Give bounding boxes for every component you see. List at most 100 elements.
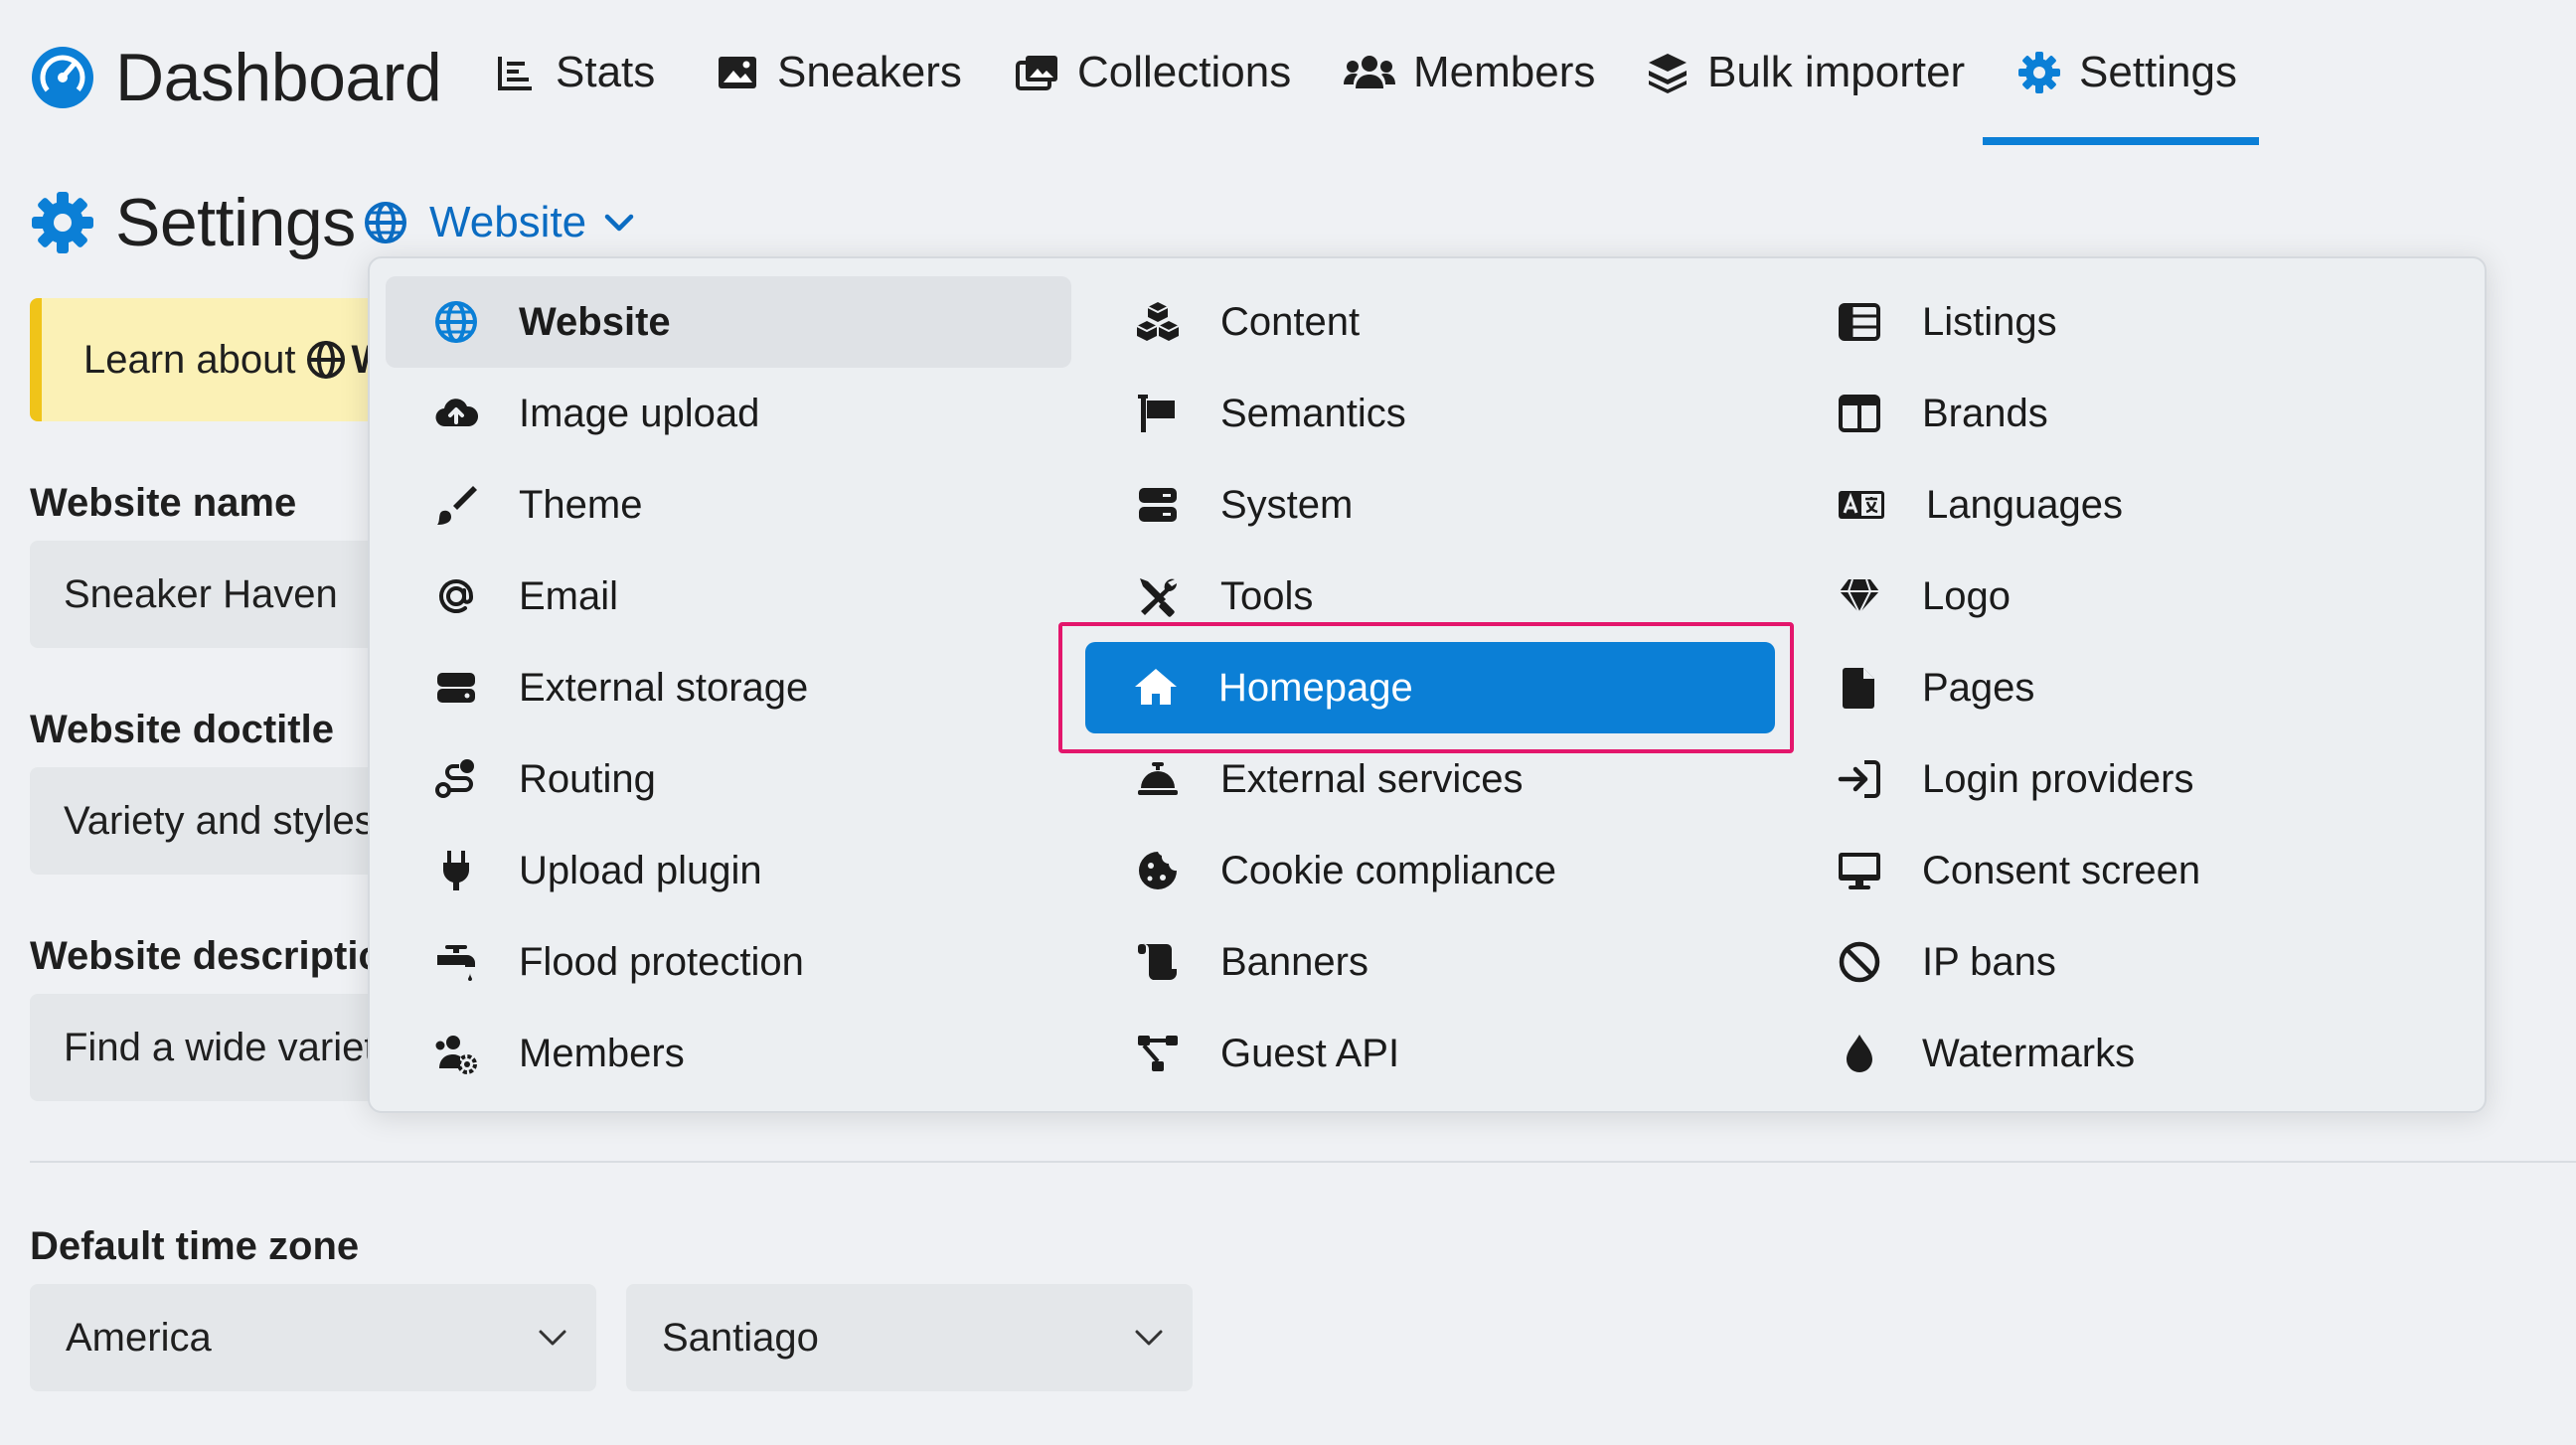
menu-item-routing[interactable]: Routing	[386, 733, 1071, 825]
page-title: Settings	[30, 183, 356, 262]
language-icon	[1837, 482, 1886, 528]
menu-item-brands[interactable]: Brands	[1789, 368, 2475, 459]
home-icon	[1133, 665, 1179, 711]
menu-item-content[interactable]: Content	[1087, 276, 1773, 368]
network-icon	[1135, 1031, 1181, 1076]
menu-item-email[interactable]: Email	[386, 551, 1071, 642]
website-doctitle-label: Website doctitle	[30, 708, 334, 751]
menu-item-label: Flood protection	[519, 939, 804, 984]
images-icon	[1016, 51, 1059, 94]
nav-stats-label: Stats	[556, 48, 656, 96]
settings-section-menu: Website Image upload Theme Email Externa…	[368, 256, 2487, 1113]
menu-item-external-storage[interactable]: External storage	[386, 642, 1071, 733]
menu-item-pages[interactable]: Pages	[1789, 642, 2475, 733]
menu-item-upload-plugin[interactable]: Upload plugin	[386, 825, 1071, 916]
menu-item-external-services[interactable]: External services	[1087, 733, 1773, 825]
at-sign-icon	[433, 573, 479, 619]
nav-members[interactable]: Members	[1344, 40, 1595, 105]
flag-icon	[1135, 391, 1181, 436]
menu-item-label: Brands	[1922, 391, 2048, 435]
menu-item-consent-screen[interactable]: Consent screen	[1789, 825, 2475, 916]
hard-drive-icon	[433, 665, 479, 711]
menu-item-banners[interactable]: Banners	[1087, 916, 1773, 1008]
menu-item-website[interactable]: Website	[386, 276, 1071, 368]
nav-settings-label: Settings	[2079, 48, 2237, 96]
menu-item-tools[interactable]: Tools	[1087, 551, 1773, 642]
droplet-icon	[1837, 1031, 1882, 1076]
menu-item-login-providers[interactable]: Login providers	[1789, 733, 2475, 825]
nav-bulk-importer[interactable]: Bulk importer	[1646, 40, 1965, 105]
nav-sneakers-label: Sneakers	[777, 48, 962, 96]
time-zone-label: Default time zone	[30, 1224, 360, 1268]
menu-item-flood-protection[interactable]: Flood protection	[386, 916, 1071, 1008]
menu-item-label: Pages	[1922, 665, 2035, 710]
menu-item-watermarks[interactable]: Watermarks	[1789, 1008, 2475, 1099]
menu-item-languages[interactable]: Languages	[1789, 459, 2475, 551]
menu-item-label: Homepage	[1218, 665, 1413, 710]
menu-item-logo[interactable]: Logo	[1789, 551, 2475, 642]
plug-icon	[433, 848, 479, 893]
menu-item-label: Consent screen	[1922, 848, 2201, 892]
notice-text: Learn about	[83, 337, 296, 382]
menu-item-label: Logo	[1922, 573, 2011, 618]
menu-item-semantics[interactable]: Semantics	[1087, 368, 1773, 459]
menu-item-label: Routing	[519, 756, 656, 801]
cookie-icon	[1135, 848, 1181, 893]
sign-in-icon	[1837, 756, 1882, 802]
globe-icon	[433, 299, 479, 345]
nav-collections[interactable]: Collections	[1016, 40, 1291, 105]
time-zone-city-select[interactable]: Santiago	[626, 1284, 1193, 1391]
nav-settings[interactable]: Settings	[2017, 40, 2237, 105]
menu-item-system[interactable]: System	[1087, 459, 1773, 551]
menu-item-label: Content	[1220, 299, 1361, 344]
brand[interactable]: Dashboard	[30, 38, 442, 117]
file-icon	[1837, 665, 1882, 711]
menu-item-members[interactable]: Members	[386, 1008, 1071, 1099]
menu-item-label: Languages	[1926, 482, 2123, 527]
page-title-text: Settings	[115, 185, 356, 260]
menu-item-label: Guest API	[1220, 1031, 1400, 1075]
menu-item-guest-api[interactable]: Guest API	[1087, 1008, 1773, 1099]
nav-collections-label: Collections	[1077, 48, 1292, 96]
menu-item-cookie-compliance[interactable]: Cookie compliance	[1087, 825, 1773, 916]
chevron-down-icon	[602, 206, 636, 240]
menu-item-label: Cookie compliance	[1220, 848, 1556, 892]
route-icon	[433, 756, 479, 802]
menu-item-image-upload[interactable]: Image upload	[386, 368, 1071, 459]
menu-item-ip-bans[interactable]: IP bans	[1789, 916, 2475, 1008]
faucet-icon	[433, 939, 479, 985]
menu-item-label: Email	[519, 573, 619, 618]
menu-item-label: Login providers	[1922, 756, 2194, 801]
menu-item-theme[interactable]: Theme	[386, 459, 1071, 551]
bell-concierge-icon	[1135, 756, 1181, 802]
section-dropdown-label: Website	[429, 198, 587, 246]
section-divider	[30, 1161, 2576, 1163]
gear-icon	[30, 190, 95, 255]
server-icon	[1135, 482, 1181, 528]
globe-icon	[306, 340, 346, 380]
nav-sneakers[interactable]: Sneakers	[716, 40, 962, 105]
columns-icon	[1837, 391, 1882, 436]
time-zone-region-select[interactable]: America	[30, 1284, 596, 1391]
image-icon	[716, 51, 759, 94]
globe-icon	[364, 201, 407, 244]
tools-icon	[1135, 573, 1181, 619]
active-tab-indicator	[1983, 137, 2259, 145]
nav-bulk-importer-label: Bulk importer	[1707, 48, 1966, 96]
cubes-icon	[1135, 299, 1181, 345]
chevron-down-icon	[1131, 1320, 1167, 1356]
settings-section-dropdown[interactable]: Website	[364, 193, 636, 252]
users-gear-icon	[433, 1031, 479, 1076]
menu-item-label: Watermarks	[1922, 1031, 2136, 1075]
city-value: Santiago	[662, 1315, 819, 1360]
layers-icon	[1646, 51, 1690, 94]
menu-item-homepage[interactable]: Homepage	[1085, 642, 1775, 733]
menu-item-label: Semantics	[1220, 391, 1406, 435]
menu-item-label: Upload plugin	[519, 848, 762, 892]
region-value: America	[66, 1315, 212, 1360]
desktop-icon	[1837, 848, 1882, 893]
scroll-icon	[1135, 939, 1181, 985]
nav-stats[interactable]: Stats	[494, 40, 655, 105]
menu-item-listings[interactable]: Listings	[1789, 276, 2475, 368]
menu-item-label: Website	[519, 299, 671, 344]
